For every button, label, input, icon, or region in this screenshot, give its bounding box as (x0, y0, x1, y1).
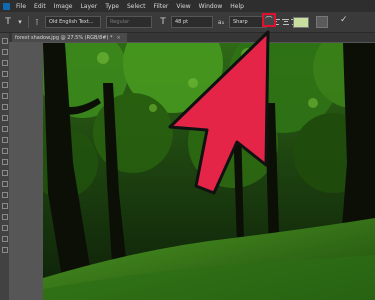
document-tab-title: forest shadow.jpg @ 27.5% (RGB/8#) * (15, 34, 113, 41)
font-style-select[interactable]: Regular (106, 16, 152, 28)
shape-tool-icon[interactable] (1, 225, 8, 231)
text-orientation-icon[interactable]: ⊺ (32, 17, 42, 27)
close-tab-icon[interactable]: × (117, 35, 121, 41)
tool-preset-dropdown-icon[interactable]: ▾ (15, 17, 25, 27)
antialias-icon: aa (217, 18, 225, 26)
crop-tool-icon[interactable] (1, 82, 8, 88)
menu-view[interactable]: View (172, 3, 194, 10)
warp-text-button[interactable]: ⌒ (262, 13, 276, 27)
character-panel-icon[interactable] (316, 16, 328, 28)
font-family-select[interactable]: Old English Text... (45, 16, 101, 28)
type-tool-panel-icon[interactable] (1, 203, 8, 209)
zoom-tool-icon[interactable] (1, 247, 8, 253)
separator (28, 16, 29, 28)
forest-photo[interactable] (43, 43, 375, 300)
menu-window[interactable]: Window (195, 3, 227, 10)
eyedropper-tool-icon[interactable] (1, 93, 8, 99)
menu-edit[interactable]: Edit (30, 3, 50, 10)
menu-image[interactable]: Image (50, 3, 77, 10)
stamp-tool-icon[interactable] (1, 126, 8, 132)
hand-tool-icon[interactable] (1, 236, 8, 242)
move-tool-icon[interactable] (1, 38, 8, 44)
align-center-icon[interactable] (282, 18, 289, 26)
font-size-field[interactable]: 48 pt (171, 16, 213, 28)
menu-layer[interactable]: Layer (76, 3, 101, 10)
dodge-tool-icon[interactable] (1, 181, 8, 187)
healing-tool-icon[interactable] (1, 104, 8, 110)
menu-type[interactable]: Type (101, 3, 123, 10)
history-brush-tool-icon[interactable] (1, 137, 8, 143)
type-tool-icon[interactable]: T (1, 15, 15, 29)
menu-file[interactable]: File (12, 3, 30, 10)
warp-text-icon: ⌒ (265, 16, 273, 24)
quick-select-tool-icon[interactable] (1, 71, 8, 77)
blur-tool-icon[interactable] (1, 170, 8, 176)
lasso-tool-icon[interactable] (1, 60, 8, 66)
document-tab[interactable]: forest shadow.jpg @ 27.5% (RGB/8#) * × (12, 33, 127, 42)
menu-help[interactable]: Help (226, 3, 248, 10)
menu-filter[interactable]: Filter (150, 3, 173, 10)
eraser-tool-icon[interactable] (1, 148, 8, 154)
gradient-tool-icon[interactable] (1, 159, 8, 165)
document-tab-bar: forest shadow.jpg @ 27.5% (RGB/8#) * × (9, 33, 375, 42)
photoshop-logo-icon[interactable] (0, 0, 12, 12)
marquee-tool-icon[interactable] (1, 49, 8, 55)
commit-check-icon[interactable]: ✓ (340, 15, 348, 25)
pen-tool-icon[interactable] (1, 192, 8, 198)
text-color-swatch[interactable] (293, 17, 309, 28)
menu-select[interactable]: Select (123, 3, 150, 10)
path-select-tool-icon[interactable] (1, 214, 8, 220)
font-size-icon: T (160, 17, 166, 27)
menu-bar: File Edit Image Layer Type Select Filter… (0, 0, 375, 12)
brush-tool-icon[interactable] (1, 115, 8, 121)
